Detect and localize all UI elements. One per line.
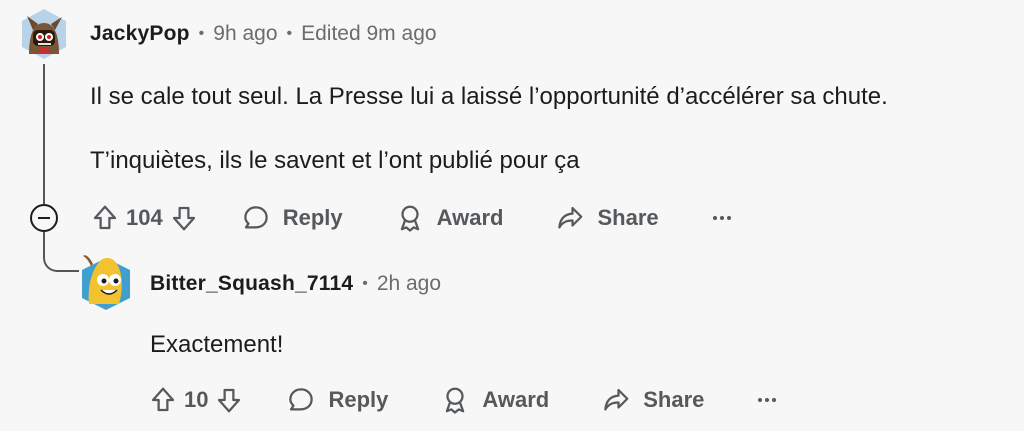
award-button[interactable]: Award xyxy=(440,385,549,415)
separator-dot: • xyxy=(362,275,368,292)
share-icon xyxy=(558,206,583,229)
collapse-thread-button[interactable] xyxy=(30,204,58,232)
share-button[interactable]: Share xyxy=(601,385,704,415)
share-button[interactable]: Share xyxy=(555,203,659,233)
downvote-icon[interactable] xyxy=(214,385,244,415)
reply-icon xyxy=(243,206,268,229)
timestamp[interactable]: 2h ago xyxy=(377,272,441,296)
minus-icon xyxy=(38,217,50,219)
more-options-button[interactable] xyxy=(712,216,731,220)
comment-body-line: Il se cale tout seul. La Presse lui a la… xyxy=(90,83,888,110)
avatar-image xyxy=(22,9,66,59)
upvote-icon[interactable] xyxy=(148,385,178,415)
award-label: Award xyxy=(436,205,504,230)
comment-header: Bitter_Squash_7114 • 2h ago xyxy=(150,272,441,296)
vote-group: 10 xyxy=(148,385,244,415)
share-icon xyxy=(604,388,629,411)
ellipsis-dot xyxy=(765,398,770,402)
comment-body-line: Exactement! xyxy=(150,331,284,358)
username[interactable]: Bitter_Squash_7114 xyxy=(150,272,353,296)
reply-thread-connector xyxy=(43,232,79,272)
ellipsis-dot xyxy=(726,216,731,220)
downvote-icon[interactable] xyxy=(169,203,199,233)
ellipsis-dot xyxy=(772,398,777,402)
avatar-jackypop[interactable] xyxy=(18,8,70,60)
upvote-icon[interactable] xyxy=(90,203,120,233)
separator-dot: • xyxy=(198,25,205,42)
award-button[interactable]: Award xyxy=(395,203,504,233)
award-icon xyxy=(400,205,419,232)
share-label: Share xyxy=(597,205,659,230)
separator-dot: • xyxy=(286,25,293,42)
timestamp[interactable]: 9h ago xyxy=(213,22,277,46)
comment-actions: 10 Reply Award Share xyxy=(148,382,777,418)
username[interactable]: JackyPop xyxy=(90,22,190,46)
vote-count: 104 xyxy=(126,205,163,230)
avatar-bitter-squash[interactable] xyxy=(79,250,133,314)
ellipsis-dot xyxy=(712,216,717,220)
award-icon xyxy=(446,387,465,414)
comment-actions: 104 Reply Award Share xyxy=(90,200,731,236)
comment-header: JackyPop • 9h ago • Edited 9m ago xyxy=(90,22,437,46)
reply-label: Reply xyxy=(328,387,389,412)
reply-label: Reply xyxy=(282,205,343,230)
reply-button[interactable]: Reply xyxy=(241,203,343,233)
vote-group: 104 xyxy=(90,203,199,233)
award-label: Award xyxy=(482,387,550,412)
thread-line xyxy=(43,64,45,204)
vote-count: 10 xyxy=(184,387,209,412)
reply-button[interactable]: Reply xyxy=(286,385,388,415)
more-options-button[interactable] xyxy=(758,398,777,402)
ellipsis-dot xyxy=(758,398,763,402)
ellipsis-dot xyxy=(719,216,724,220)
share-label: Share xyxy=(643,387,705,412)
comment-body-line: T’inquiètes, ils le savent et l’ont publ… xyxy=(90,147,580,174)
reply-icon xyxy=(289,388,314,411)
avatar-image xyxy=(82,255,130,310)
edited-label: Edited 9m ago xyxy=(301,22,437,45)
